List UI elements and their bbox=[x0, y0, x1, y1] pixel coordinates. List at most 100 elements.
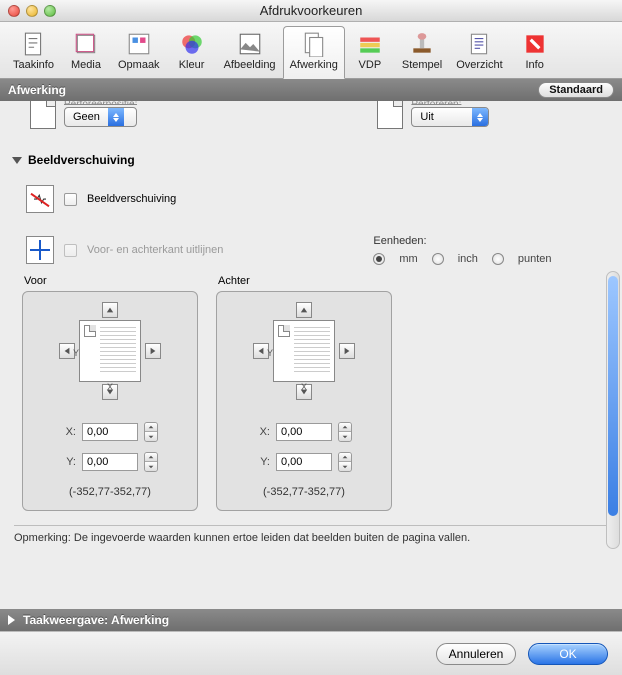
front-y-input[interactable] bbox=[82, 453, 138, 471]
unit-punten-radio[interactable] bbox=[492, 253, 504, 265]
tab-label: Kleur bbox=[179, 59, 205, 71]
arrow-up-button[interactable] bbox=[102, 302, 118, 318]
traffic-lights bbox=[8, 5, 56, 17]
back-x-stepper[interactable] bbox=[338, 422, 352, 442]
axis-x: X bbox=[107, 382, 113, 392]
standard-button[interactable]: Standaard bbox=[538, 82, 614, 98]
perforeerpositie-label: Perforeerpositie: bbox=[64, 101, 137, 105]
axis-y: Y bbox=[267, 348, 273, 358]
x-label: X: bbox=[62, 426, 76, 438]
arrow-right-button[interactable] bbox=[145, 343, 161, 359]
stepper-up-icon bbox=[339, 423, 351, 432]
content: Perforeerpositie: Geen Perforeren: Uit B… bbox=[0, 101, 622, 609]
stepper-down-icon bbox=[339, 462, 351, 471]
front-x-input[interactable] bbox=[82, 423, 138, 441]
chevron-updown-icon bbox=[472, 108, 488, 126]
perforeerpositie-select[interactable]: Geen bbox=[64, 107, 137, 127]
tab-info[interactable]: Info bbox=[510, 26, 560, 78]
perforeren-label: Perforeren: bbox=[411, 101, 489, 105]
document-icon bbox=[20, 31, 46, 57]
vertical-scrollbar[interactable] bbox=[606, 271, 620, 549]
front-range: (-352,77-352,77) bbox=[31, 486, 189, 498]
beeldverschuiving-heading[interactable]: Beeldverschuiving bbox=[0, 129, 622, 175]
page-preview bbox=[273, 320, 335, 382]
tab-label: Afwerking bbox=[290, 59, 338, 71]
stamp-icon bbox=[409, 31, 435, 57]
close-icon[interactable] bbox=[8, 5, 20, 17]
toolbar: Taakinfo Media Opmaak Kleur Afbeelding A… bbox=[0, 22, 622, 79]
y-label: Y: bbox=[256, 456, 270, 468]
cancel-button[interactable]: Annuleren bbox=[436, 643, 516, 665]
unit-inch-label: inch bbox=[458, 253, 478, 265]
footer: Annuleren OK bbox=[0, 631, 622, 675]
tab-afbeelding[interactable]: Afbeelding bbox=[217, 26, 283, 78]
minimize-icon[interactable] bbox=[26, 5, 38, 17]
tab-label: Opmaak bbox=[118, 59, 160, 71]
arrow-right-button[interactable] bbox=[339, 343, 355, 359]
axis-x: X bbox=[301, 382, 307, 392]
media-icon bbox=[73, 31, 99, 57]
align-checkbox[interactable] bbox=[64, 244, 77, 257]
select-value: Uit bbox=[412, 111, 472, 123]
unit-inch-radio[interactable] bbox=[432, 253, 444, 265]
stepper-down-icon bbox=[145, 462, 157, 471]
tab-media[interactable]: Media bbox=[61, 26, 111, 78]
unit-mm-radio[interactable] bbox=[373, 253, 385, 265]
back-panel: Y X X: Y: bbox=[216, 291, 392, 511]
tab-label: Overzicht bbox=[456, 59, 502, 71]
tab-taakinfo[interactable]: Taakinfo bbox=[6, 26, 61, 78]
stepper-down-icon bbox=[145, 432, 157, 441]
arrow-up-button[interactable] bbox=[296, 302, 312, 318]
align-icon bbox=[26, 236, 54, 264]
ok-button[interactable]: OK bbox=[528, 643, 608, 665]
page-icon bbox=[30, 101, 56, 129]
select-value: Geen bbox=[65, 111, 108, 123]
tab-overzicht[interactable]: Overzicht bbox=[449, 26, 509, 78]
align-label: Voor- en achterkant uitlijnen bbox=[87, 244, 223, 256]
stepper-up-icon bbox=[145, 423, 157, 432]
color-icon bbox=[179, 31, 205, 57]
units-label: Eenheden: bbox=[373, 235, 551, 247]
chevron-updown-icon bbox=[108, 108, 124, 126]
disclosure-triangle-icon bbox=[8, 615, 15, 625]
beeldverschuiving-checkbox[interactable] bbox=[64, 193, 77, 206]
tab-opmaak[interactable]: Opmaak bbox=[111, 26, 167, 78]
info-icon bbox=[522, 31, 548, 57]
titlebar: Afdrukvoorkeuren bbox=[0, 0, 622, 22]
tab-label: Afbeelding bbox=[224, 59, 276, 71]
back-y-stepper[interactable] bbox=[338, 452, 352, 472]
tab-afwerking[interactable]: Afwerking bbox=[283, 26, 345, 79]
heading-label: Beeldverschuiving bbox=[28, 153, 135, 167]
tab-label: Stempel bbox=[402, 59, 442, 71]
note-text: Opmerking: De ingevoerde waarden kunnen … bbox=[14, 525, 608, 544]
taakweergave-section[interactable]: Taakweergave: Afwerking bbox=[0, 609, 622, 631]
front-y-stepper[interactable] bbox=[144, 452, 158, 472]
section-header: Afwerking Standaard bbox=[0, 79, 622, 101]
vdp-icon bbox=[357, 31, 383, 57]
tab-vdp[interactable]: VDP bbox=[345, 26, 395, 78]
tab-label: Media bbox=[71, 59, 101, 71]
tab-label: Info bbox=[526, 59, 544, 71]
tab-stempel[interactable]: Stempel bbox=[395, 26, 449, 78]
page-icon bbox=[377, 101, 403, 129]
layout-icon bbox=[126, 31, 152, 57]
ok-label: OK bbox=[559, 647, 576, 661]
image-icon bbox=[237, 31, 263, 57]
page-preview bbox=[79, 320, 141, 382]
tab-kleur[interactable]: Kleur bbox=[167, 26, 217, 78]
beeldverschuiving-label: Beeldverschuiving bbox=[87, 193, 176, 205]
scrollbar-thumb[interactable] bbox=[608, 276, 618, 516]
summary-icon bbox=[466, 31, 492, 57]
back-title: Achter bbox=[216, 275, 392, 287]
unit-mm-label: mm bbox=[399, 253, 417, 265]
front-x-stepper[interactable] bbox=[144, 422, 158, 442]
zoom-icon[interactable] bbox=[44, 5, 56, 17]
back-y-input[interactable] bbox=[276, 453, 332, 471]
section-title: Afwerking bbox=[8, 83, 66, 97]
collapsed-title: Taakweergave: Afwerking bbox=[23, 613, 169, 627]
back-x-input[interactable] bbox=[276, 423, 332, 441]
window-title: Afdrukvoorkeuren bbox=[0, 3, 622, 18]
tab-label: Taakinfo bbox=[13, 59, 54, 71]
back-range: (-352,77-352,77) bbox=[225, 486, 383, 498]
perforeren-select[interactable]: Uit bbox=[411, 107, 489, 127]
